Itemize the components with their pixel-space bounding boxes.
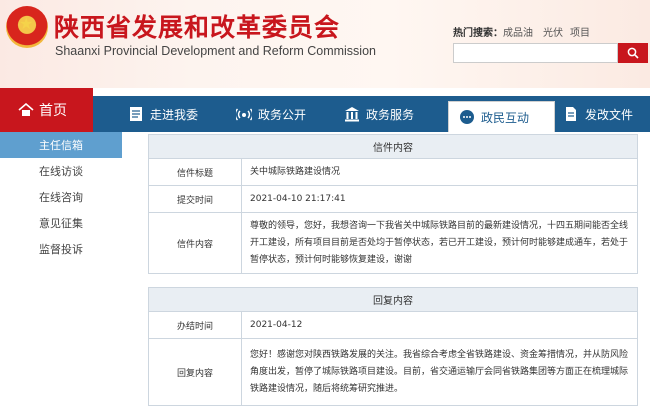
sidebar-item-director-mailbox[interactable]: 主任信箱 xyxy=(0,132,122,158)
reply-content-row: 回复内容 您好！感谢您对陕西铁路发展的关注。我省综合考虑全省铁路建设、资金筹措情… xyxy=(149,339,637,405)
home-icon xyxy=(18,103,34,116)
letter-time-row: 提交时间 2021-04-10 21:17:41 xyxy=(149,186,637,213)
sidebar-item-online-interview[interactable]: 在线访谈 xyxy=(0,158,122,184)
hot-search-label: 热门搜索： xyxy=(453,28,503,39)
nav-item-label: 走进我委 xyxy=(150,107,199,122)
search-button[interactable] xyxy=(618,43,648,63)
sidebar: 主任信箱 在线访谈 在线咨询 意见征集 监督投诉 xyxy=(0,132,122,407)
reply-date-label: 办结时间 xyxy=(149,312,242,338)
letter-panel: 信件内容 信件标题 关中城际铁路建设情况 提交时间 2021-04-10 21:… xyxy=(148,134,638,274)
government-building-icon xyxy=(345,107,359,122)
site-subtitle: Shaanxi Provincial Development and Refor… xyxy=(55,44,376,58)
broadcast-icon xyxy=(236,108,252,121)
site-title: 陕西省发展和改革委员会 xyxy=(54,13,341,42)
search-icon xyxy=(627,47,639,59)
sidebar-item-supervision-complaint[interactable]: 监督投诉 xyxy=(0,236,122,262)
sidebar-item-opinion-collection[interactable]: 意见征集 xyxy=(0,210,122,236)
search-input[interactable] xyxy=(453,43,618,63)
site-header: 陕西省发展和改革委员会 Shaanxi Provincial Developme… xyxy=(0,0,650,88)
nav-item-services[interactable]: 政务服务 xyxy=(344,96,414,132)
letter-section-title: 信件内容 xyxy=(149,135,637,159)
nav-item-label: 发改文件 xyxy=(585,107,634,122)
nav-home[interactable]: 首页 xyxy=(0,88,93,132)
national-emblem-icon xyxy=(6,6,48,48)
hot-search-term[interactable]: 成品油 xyxy=(503,24,533,39)
document-icon xyxy=(130,107,142,121)
letter-title-label: 信件标题 xyxy=(149,159,242,185)
sidebar-item-online-consult[interactable]: 在线咨询 xyxy=(0,184,122,210)
letter-title-row: 信件标题 关中城际铁路建设情况 xyxy=(149,159,637,186)
hot-search-term[interactable]: 光伏 xyxy=(543,24,563,39)
hot-search-term[interactable]: 项目 xyxy=(570,24,590,39)
file-icon xyxy=(566,107,576,121)
letter-time-value: 2021-04-10 21:17:41 xyxy=(250,193,346,204)
reply-section-title: 回复内容 xyxy=(149,288,637,312)
nav-item-label: 政务服务 xyxy=(366,107,415,122)
letter-time-label: 提交时间 xyxy=(149,186,242,212)
reply-date-value: 2021-04-12 xyxy=(250,319,303,330)
reply-content-value: 您好！感谢您对陕西铁路发展的关注。我省综合考虑全省铁路建设、资金筹措情况，并从防… xyxy=(250,349,629,394)
reply-date-row: 办结时间 2021-04-12 xyxy=(149,312,637,339)
nav-item-documents[interactable]: 发改文件 xyxy=(563,96,633,132)
letter-content-value: 尊敬的领导，您好，我想咨询一下我省关中城际铁路目前的最新建设情况，十四五期间能否… xyxy=(250,220,629,265)
nav-item-public-affairs[interactable]: 政务公开 xyxy=(236,96,306,132)
nav-home-label: 首页 xyxy=(39,103,67,119)
letter-content-row: 信件内容 尊敬的领导，您好，我想咨询一下我省关中城际铁路目前的最新建设情况，十四… xyxy=(149,213,637,273)
nav-item-label: 政民互动 xyxy=(481,110,530,125)
nav-item-interaction[interactable]: 政民互动 xyxy=(448,101,555,132)
chat-bubble-icon xyxy=(460,110,474,124)
nav-item-about[interactable]: 走进我委 xyxy=(128,96,198,132)
letter-title-value: 关中城际铁路建设情况 xyxy=(250,166,341,177)
letter-content-label: 信件内容 xyxy=(149,213,242,273)
reply-panel: 回复内容 办结时间 2021-04-12 回复内容 您好！感谢您对陕西铁路发展的… xyxy=(148,287,638,406)
reply-content-label: 回复内容 xyxy=(149,339,242,405)
nav-item-label: 政务公开 xyxy=(258,107,307,122)
